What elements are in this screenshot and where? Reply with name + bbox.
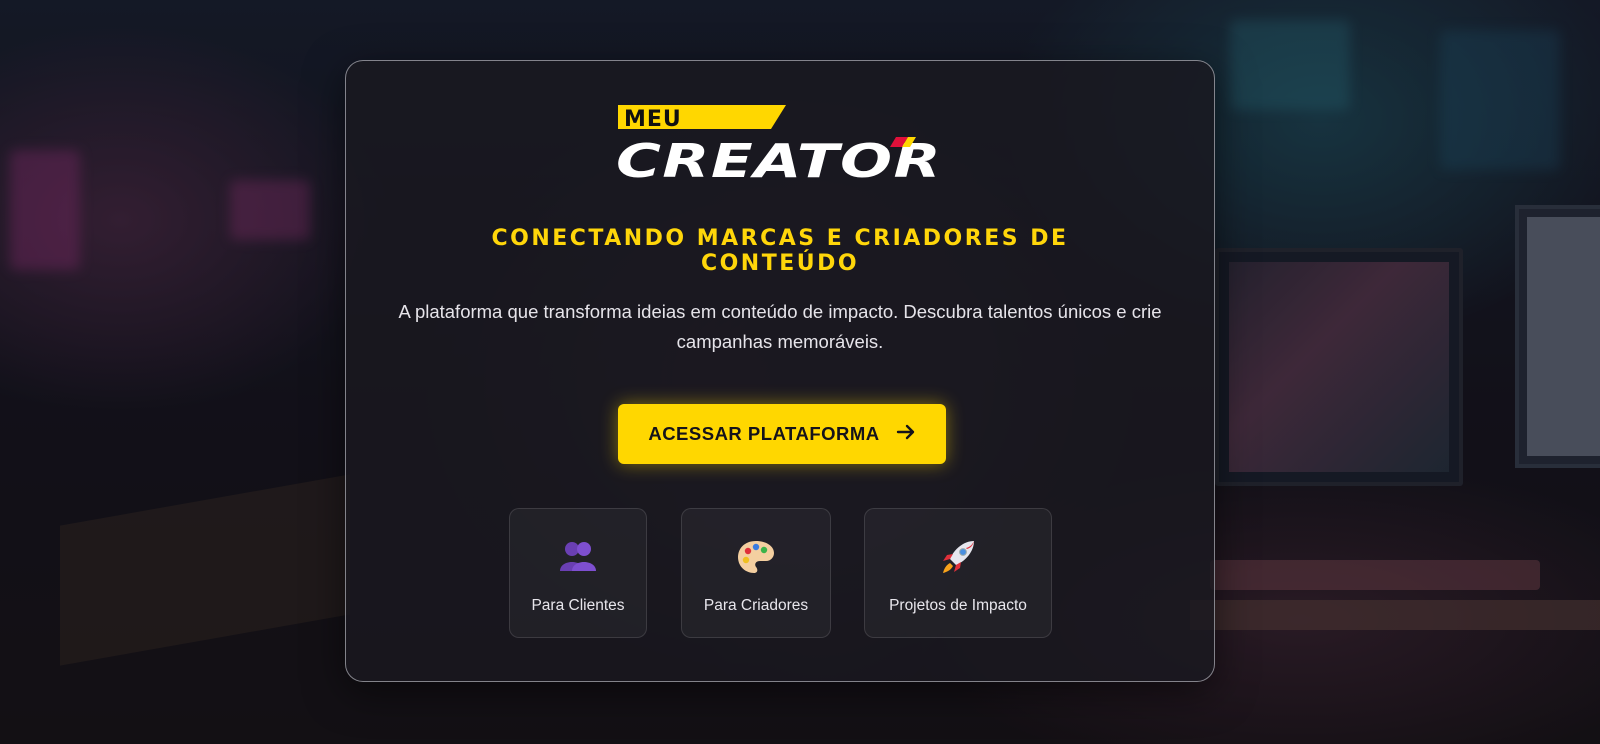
- access-platform-label: ACESSAR PLATAFORMA: [648, 423, 880, 444]
- feature-card-creators[interactable]: Para Criadores: [681, 508, 831, 638]
- meu-creator-logo: MEU CREATOR: [616, 103, 946, 183]
- people-icon: [510, 539, 646, 579]
- feature-card-impact-projects[interactable]: Projetos de Impacto: [864, 508, 1052, 638]
- feature-label: Para Criadores: [703, 597, 809, 614]
- feature-label: Projetos de Impacto: [889, 597, 1027, 614]
- access-platform-button[interactable]: ACESSAR PLATAFORMA: [618, 404, 946, 464]
- rocket-icon: [865, 539, 1051, 579]
- feature-cards: Para Clientes Para Criadores Projetos de…: [346, 508, 1214, 640]
- svg-text:MEU: MEU: [624, 107, 682, 132]
- arrow-right-icon: [896, 423, 916, 445]
- palette-icon: [682, 539, 830, 579]
- feature-card-clients[interactable]: Para Clientes: [509, 508, 647, 638]
- feature-label: Para Clientes: [531, 597, 625, 614]
- svg-text:CREATOR: CREATOR: [616, 134, 942, 183]
- welcome-card: MEU CREATOR CONECTANDO MARCAS E CRIADORE…: [345, 60, 1215, 682]
- hero-headline: CONECTANDO MARCAS E CRIADORES DE CONTEÚD…: [491, 226, 1069, 276]
- hero-description: A plataforma que transforma ideias em co…: [398, 301, 1162, 352]
